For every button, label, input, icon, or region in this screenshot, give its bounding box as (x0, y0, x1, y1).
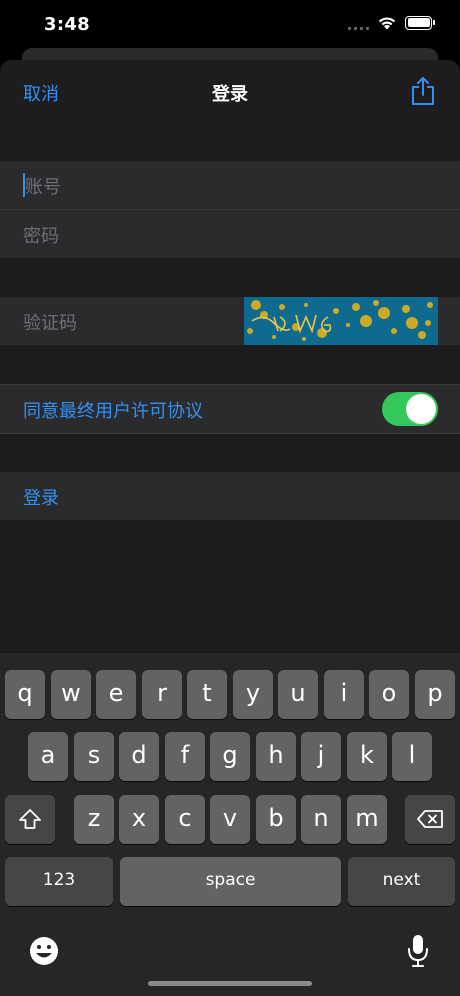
agreement-label[interactable]: 同意最终用户许可协议 (23, 397, 203, 423)
key-j[interactable]: j (301, 732, 341, 781)
numbers-key[interactable]: 123 (5, 857, 113, 906)
microphone-icon[interactable] (406, 933, 430, 969)
captcha-placeholder: 验证码 (23, 313, 77, 334)
key-u[interactable]: u (278, 670, 318, 719)
shift-icon (19, 809, 41, 829)
login-label: 登录 (23, 488, 59, 509)
key-x[interactable]: x (119, 795, 159, 844)
emoji-icon[interactable] (28, 935, 60, 967)
password-field[interactable]: 密码 (0, 210, 460, 258)
key-o[interactable]: o (369, 670, 409, 719)
key-a[interactable]: a (28, 732, 68, 781)
battery-icon (405, 15, 435, 30)
key-y[interactable]: y (233, 670, 273, 719)
key-p[interactable]: p (415, 670, 455, 719)
space-key[interactable]: space (120, 857, 341, 906)
key-s[interactable]: s (74, 732, 114, 781)
divider (0, 433, 460, 434)
wifi-icon (378, 17, 396, 30)
account-placeholder: 账号 (25, 177, 61, 198)
key-r[interactable]: r (142, 670, 182, 719)
key-k[interactable]: k (347, 732, 387, 781)
captcha-image[interactable] (244, 297, 438, 345)
cellular-signal-icon (348, 16, 369, 30)
key-d[interactable]: d (119, 732, 159, 781)
key-f[interactable]: f (165, 732, 205, 781)
key-w[interactable]: w (51, 670, 91, 719)
status-time: 3:48 (44, 14, 90, 35)
key-q[interactable]: q (5, 670, 45, 719)
login-button[interactable]: 登录 (0, 472, 460, 520)
keyboard: q w e r t y u i o p a s d f g h j k l z … (0, 653, 460, 996)
key-t[interactable]: t (187, 670, 227, 719)
navigation-bar: 取消 登录 (0, 60, 460, 124)
page-title: 登录 (212, 84, 248, 105)
captcha-field[interactable]: 验证码 (0, 297, 460, 345)
delete-key[interactable] (405, 795, 455, 844)
key-v[interactable]: v (210, 795, 250, 844)
agreement-toggle[interactable] (382, 392, 438, 426)
delete-icon (417, 810, 443, 828)
account-field[interactable]: 账号 (0, 161, 460, 209)
shift-key[interactable] (5, 795, 55, 844)
key-e[interactable]: e (96, 670, 136, 719)
key-l[interactable]: l (392, 732, 432, 781)
share-icon[interactable] (410, 76, 436, 106)
toggle-knob (406, 394, 436, 424)
home-indicator[interactable] (148, 981, 312, 986)
status-bar: 3:48 (0, 0, 460, 50)
key-h[interactable]: h (256, 732, 296, 781)
key-c[interactable]: c (165, 795, 205, 844)
key-g[interactable]: g (210, 732, 250, 781)
key-b[interactable]: b (256, 795, 296, 844)
key-m[interactable]: m (347, 795, 387, 844)
next-key[interactable]: next (348, 857, 455, 906)
key-n[interactable]: n (301, 795, 341, 844)
key-i[interactable]: i (324, 670, 364, 719)
password-placeholder: 密码 (23, 226, 59, 247)
key-z[interactable]: z (74, 795, 114, 844)
status-icons (348, 15, 435, 30)
agreement-row: 同意最终用户许可协议 (0, 385, 460, 433)
